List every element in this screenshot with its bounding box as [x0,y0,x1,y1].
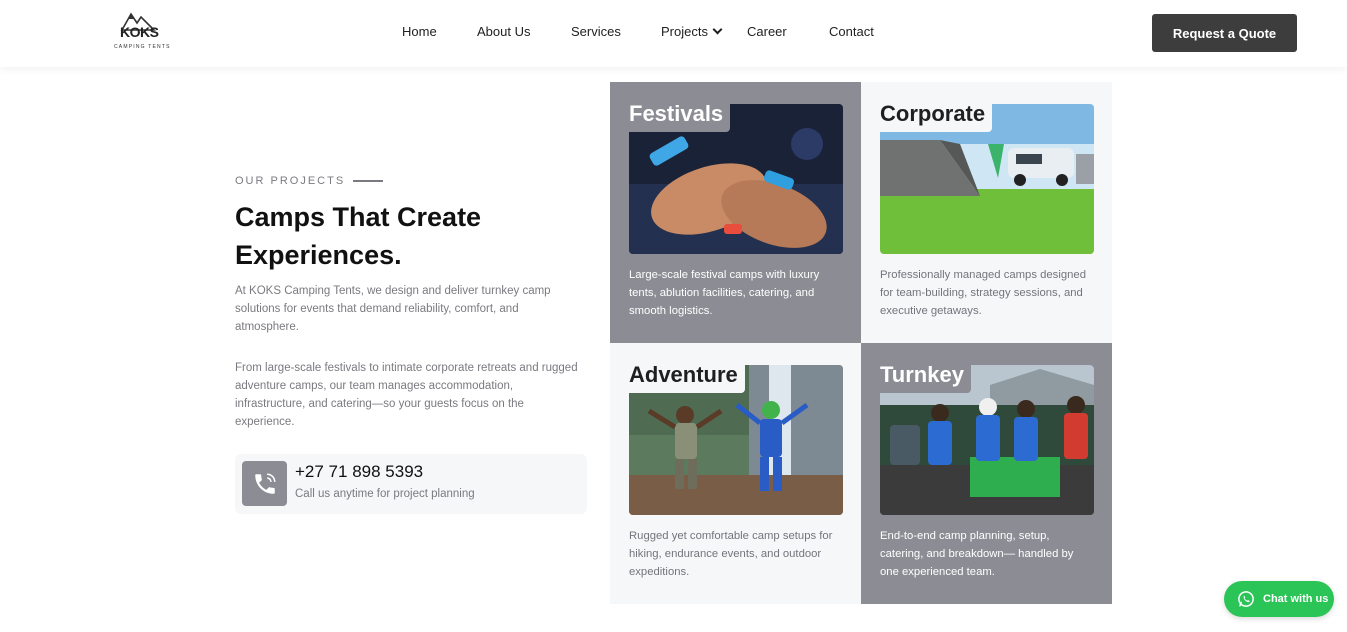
phone-icon [242,461,287,506]
phone-number[interactable]: +27 71 898 5393 [295,462,423,482]
whatsapp-chat-button[interactable]: Chat with us [1224,581,1334,617]
nav-contact[interactable]: Contact [829,24,874,39]
whatsapp-label: Chat with us [1263,593,1329,605]
intro-paragraph-1: At KOKS Camping Tents, we design and del… [235,285,551,333]
nav-projects[interactable]: Projects [661,24,723,39]
card-title: Turnkey [873,357,971,393]
card-text: Large-scale festival camps with luxury t… [629,269,820,317]
project-card-turnkey[interactable]: Turnkey End-to-end camp planning, setup,… [861,343,1112,604]
logo-text: KOKS [120,24,159,40]
card-text: End-to-end camp planning, setup, caterin… [880,530,1074,578]
whatsapp-icon [1238,591,1254,607]
nav-services[interactable]: Services [571,24,621,39]
project-card-festivals[interactable]: Festivals Large-scale festival camps wit… [610,82,861,343]
project-card-adventure[interactable]: Adventure Rugged yet comfortable camp se… [610,343,861,604]
intro-paragraph-2: From large-scale festivals to intimate c… [235,362,578,428]
card-title: Festivals [622,96,731,132]
nav-home[interactable]: Home [402,24,437,39]
phone-card[interactable]: +27 71 898 5393 Call us anytime for proj… [235,454,587,514]
card-title: Corporate [873,96,993,132]
site-header: KOKS CAMPING TENTS Home About Us Service… [0,0,1347,67]
chevron-down-icon [712,24,723,35]
koks-logo[interactable]: KOKS CAMPING TENTS [110,10,171,56]
card-title: Adventure [622,357,745,393]
request-quote-button[interactable]: Request a Quote [1152,14,1297,52]
card-text: Rugged yet comfortable camp setups for h… [629,530,833,578]
logo-subtitle: CAMPING TENTS [114,44,171,50]
project-card-corporate[interactable]: Corporate Professionally managed camps d… [861,82,1112,343]
section-heading: Camps That Create Experiences. [235,202,482,270]
phone-subtext: Call us anytime for project planning [295,488,475,500]
eyebrow-label: OUR PROJECTS [235,175,346,187]
nav-about-us[interactable]: About Us [477,24,530,39]
section-eyebrow: OUR PROJECTS [235,175,384,187]
nav-career[interactable]: Career [747,24,787,39]
card-text: Professionally managed camps designed fo… [880,269,1086,317]
eyebrow-line [353,180,384,182]
nav-projects-label: Projects [661,24,708,39]
